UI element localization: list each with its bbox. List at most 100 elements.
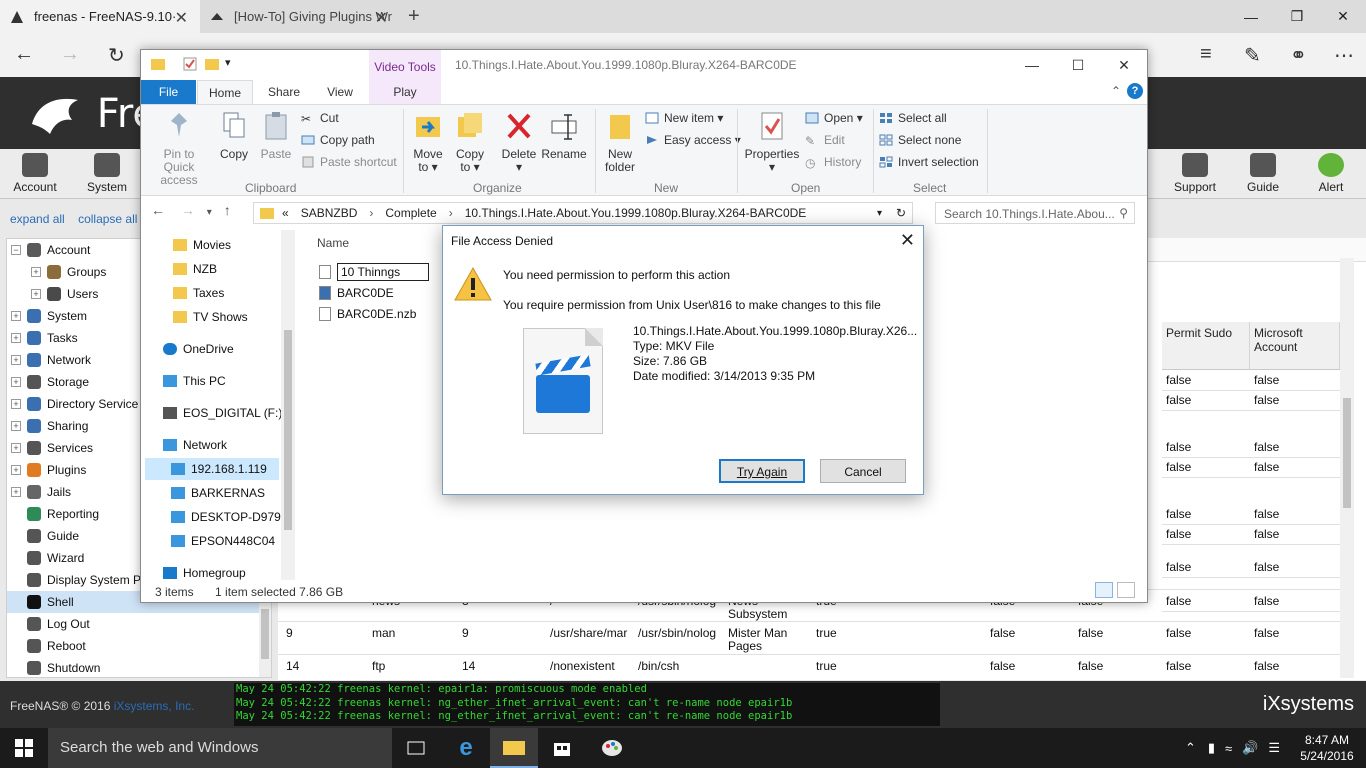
toolbar-alert-button[interactable]: Alert (1299, 153, 1363, 194)
edge-taskbar-button[interactable]: e (442, 728, 490, 768)
start-button[interactable] (0, 728, 48, 768)
address-refresh-icon[interactable]: ↻ (896, 206, 906, 220)
explorer-back-icon[interactable]: ← (151, 202, 165, 218)
column-header-name[interactable]: Name (317, 236, 349, 250)
easy-access-button[interactable]: Easy access ▾ (645, 133, 741, 147)
new-folder-button[interactable]: New folder (601, 111, 639, 174)
address-bar[interactable]: « SABNZBD › Complete › 10.Things.I.Hate.… (253, 202, 913, 224)
toolbar-system-button[interactable]: System (75, 153, 139, 194)
tab-close-icon[interactable]: ✕ (375, 8, 388, 28)
note-icon[interactable]: ✎ (1244, 43, 1261, 68)
tree-expander-icon[interactable]: + (31, 289, 41, 299)
help-icon[interactable]: ? (1127, 83, 1143, 99)
explorer-maximize-button[interactable]: ☐ (1055, 50, 1101, 80)
taskbar-search-input[interactable]: Search the web and Windows (48, 728, 392, 768)
nav-item-desktop-d979a[interactable]: DESKTOP-D979A (171, 506, 289, 528)
new-folder-quick-icon[interactable] (205, 57, 219, 71)
explorer-close-button[interactable]: ✕ (1101, 50, 1147, 80)
column-header-microsoft-account[interactable]: Microsoft Account (1250, 322, 1340, 370)
explorer-search-input[interactable]: Search 10.Things.I.Hate.Abou... ⚲ (935, 202, 1135, 224)
nav-item-taxes[interactable]: Taxes (173, 282, 224, 304)
file-explorer-taskbar-button[interactable] (490, 728, 538, 768)
forward-icon[interactable]: → (60, 43, 80, 66)
tree-expander-icon[interactable]: + (11, 399, 21, 409)
tree-expander-icon[interactable]: + (11, 443, 21, 453)
invert-selection-button[interactable]: Invert selection (879, 155, 979, 169)
properties-quick-icon[interactable] (183, 57, 197, 71)
large-icons-view-icon[interactable] (1117, 582, 1135, 598)
share-icon[interactable]: ⚭ (1290, 43, 1307, 68)
delete-button[interactable]: Delete ▾ (499, 111, 539, 174)
try-again-button[interactable]: Try Again (719, 459, 805, 483)
new-item-button[interactable]: New item ▾ (645, 111, 723, 125)
details-view-icon[interactable] (1095, 582, 1113, 598)
toolbar-account-button[interactable]: Account (3, 153, 67, 194)
tree-expander-icon[interactable]: − (11, 245, 21, 255)
tab-close-icon[interactable]: ✕ (175, 8, 188, 28)
tab-freenas[interactable]: freenas - FreeNAS-9.10· ✕ (0, 0, 200, 33)
move-to-button[interactable]: Move to ▾ (409, 111, 447, 174)
breadcrumb-current[interactable]: 10.Things.I.Hate.About.You.1999.1080p.Bl… (465, 206, 807, 220)
nav-item-movies[interactable]: Movies (173, 234, 231, 256)
tree-expander-icon[interactable]: + (11, 465, 21, 475)
wifi-icon[interactable]: ≈ (1225, 741, 1232, 756)
volume-icon[interactable]: 🔊 (1242, 740, 1258, 756)
address-dropdown-icon[interactable]: ▾ (877, 208, 882, 219)
file-item[interactable]: 10 Thinngs (319, 262, 429, 282)
tab-file[interactable]: File (141, 80, 196, 104)
tree-item-log-out[interactable]: Log Out (7, 613, 262, 635)
dialog-close-icon[interactable]: ✕ (900, 230, 915, 251)
tab-view[interactable]: View (317, 80, 363, 104)
refresh-icon[interactable]: ↻ (108, 43, 125, 68)
breadcrumb-sabnzbd[interactable]: SABNZBD (301, 206, 358, 220)
tab-howto[interactable]: [How-To] Giving Plugins Wr ✕ (200, 0, 400, 33)
hub-icon[interactable]: ≡ (1200, 43, 1212, 66)
tree-expander-icon[interactable]: + (11, 377, 21, 387)
restore-button[interactable]: ❒ (1274, 0, 1320, 33)
power-icon[interactable]: ▮ (1208, 740, 1215, 756)
column-header-permit-sudo[interactable]: Permit Sudo (1162, 322, 1250, 370)
tree-expander-icon[interactable]: + (11, 311, 21, 321)
edit-button[interactable]: ✎ Edit (805, 133, 845, 148)
explorer-minimize-button[interactable]: — (1009, 50, 1055, 80)
breadcrumb-separator-icon[interactable]: › (369, 206, 373, 220)
recent-locations-icon[interactable]: ▾ (207, 207, 212, 218)
rename-input[interactable]: 10 Thinngs (337, 263, 429, 281)
show-hidden-icons-icon[interactable]: ⌃ (1185, 740, 1196, 756)
nav-item-nzb[interactable]: NZB (173, 258, 217, 280)
store-taskbar-button[interactable] (538, 728, 586, 768)
up-icon[interactable]: ↑ (224, 202, 231, 218)
tree-expander-icon[interactable]: + (11, 333, 21, 343)
cut-button[interactable]: ✂ Cut (301, 111, 339, 126)
breadcrumb-overflow[interactable]: « (282, 206, 289, 220)
breadcrumb-complete[interactable]: Complete (385, 206, 436, 220)
nav-item-epson448c04[interactable]: EPSON448C04 (171, 530, 275, 552)
nav-item-eos-digital-f-[interactable]: EOS_DIGITAL (F:) (163, 402, 282, 424)
new-tab-button[interactable]: + (408, 5, 420, 28)
navigation-pane-scrollbar[interactable] (281, 230, 295, 580)
tree-scroll-thumb[interactable] (261, 609, 269, 659)
action-center-icon[interactable]: ☰ (1268, 740, 1280, 756)
nav-item-onedrive[interactable]: OneDrive (163, 338, 234, 360)
cancel-button[interactable]: Cancel (820, 459, 906, 483)
select-none-button[interactable]: Select none (879, 133, 961, 147)
nav-scroll-thumb[interactable] (284, 330, 292, 530)
history-button[interactable]: ◷ History (805, 155, 861, 170)
tree-item-reboot[interactable]: Reboot (7, 635, 262, 657)
quick-access-dropdown-icon[interactable]: ▾ (225, 56, 231, 69)
tab-play[interactable]: Play (369, 80, 441, 104)
task-view-button[interactable] (392, 728, 440, 768)
pin-to-quick-access-button[interactable]: Pin to Quick access (147, 111, 211, 187)
grid-scrollbar[interactable] (1340, 258, 1354, 678)
collapse-ribbon-icon[interactable]: ⌃ (1111, 84, 1121, 98)
select-all-button[interactable]: Select all (879, 111, 947, 125)
explorer-forward-icon[interactable]: → (181, 202, 195, 218)
nav-item-192-168-1-119[interactable]: 192.168.1.119 (145, 458, 279, 480)
file-item[interactable]: BARC0DE.nzb (319, 304, 416, 324)
file-item[interactable]: BARC0DE (319, 283, 394, 303)
toolbar-support-button[interactable]: Support (1163, 153, 1227, 194)
properties-button[interactable]: Properties ▾ (743, 111, 801, 174)
open-button[interactable]: Open ▾ (805, 111, 863, 125)
company-link[interactable]: iXsystems, Inc. (114, 699, 195, 713)
paint-taskbar-button[interactable] (588, 728, 636, 768)
